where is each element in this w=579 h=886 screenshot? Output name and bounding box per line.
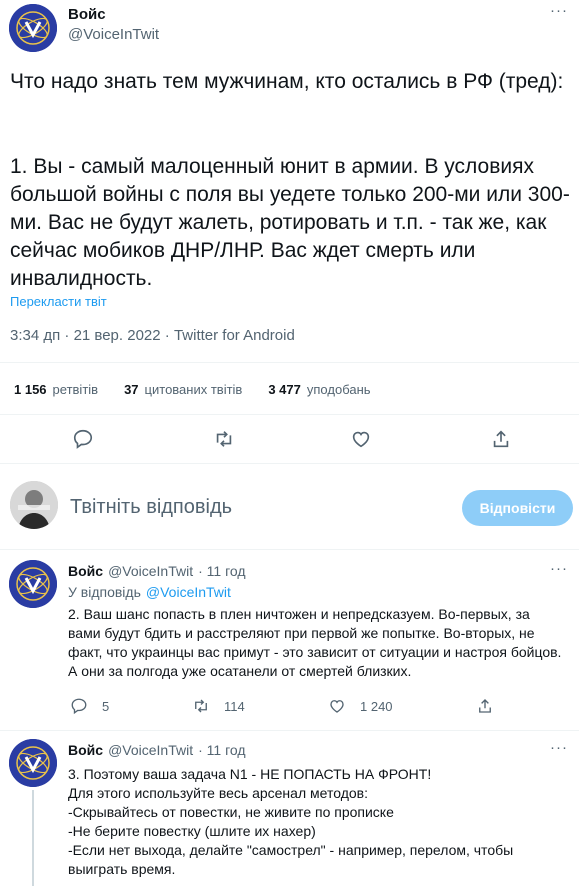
retweet-count: 114 — [224, 698, 245, 714]
thread-line — [32, 790, 34, 886]
divider — [0, 414, 579, 415]
reply-icon — [71, 698, 87, 715]
divider — [0, 463, 579, 464]
reply-line: -Не берите повестку (шлите их нахер) — [68, 823, 316, 839]
divider — [0, 549, 579, 550]
reply-author-handle[interactable]: @VoiceInTwit — [108, 563, 193, 579]
reply-action-reply[interactable]: 5 — [70, 697, 109, 715]
voice-logo-icon — [9, 560, 57, 608]
reply-author-avatar[interactable] — [9, 560, 57, 608]
reply-icon[interactable] — [72, 428, 94, 455]
share-icon[interactable] — [476, 697, 494, 720]
reply-text: 3. Поэтому ваша задача N1 - НЕ ПОПАСТЬ Н… — [68, 765, 566, 879]
tweet-timestamp[interactable]: 3:34 дп · 21 вер. 2022 · Twitter for And… — [10, 327, 295, 344]
reply-author-name[interactable]: Войс — [68, 742, 103, 758]
reply-author-handle[interactable]: @VoiceInTwit — [108, 742, 193, 758]
replying-to: У відповідь @VoiceInTwit — [68, 584, 231, 600]
reply-time[interactable]: · 11 год — [198, 742, 245, 758]
share-icon[interactable] — [490, 428, 512, 455]
reply-action-retweet[interactable]: 114 — [192, 697, 245, 715]
retweet-icon[interactable] — [213, 428, 235, 455]
quotes-count[interactable]: 37 — [124, 382, 138, 397]
reply-time[interactable]: · 11 год — [198, 563, 245, 579]
divider — [0, 730, 579, 731]
likes-count[interactable]: 3 477 — [268, 382, 301, 397]
reply-action-like[interactable]: 1 240 — [328, 697, 393, 715]
replying-to-handle[interactable]: @VoiceInTwit — [146, 584, 231, 600]
like-icon — [330, 700, 344, 713]
reply-text: 2. Ваш шанс попасть в плен ничтожен и не… — [68, 606, 562, 679]
reply-header: Войс @VoiceInTwit · 11 год — [68, 742, 246, 758]
reply-line: -Скрывайтесь от повестки, не живите по п… — [68, 804, 394, 820]
like-icon[interactable] — [350, 428, 372, 455]
author-handle[interactable]: @VoiceInTwit — [68, 26, 159, 43]
retweets-label[interactable]: ретвітів — [53, 382, 99, 397]
divider — [0, 362, 579, 363]
tweet-text-point1: 1. Вы - самый малоценный юнит в армии. В… — [10, 155, 570, 290]
user-photo-icon — [10, 481, 58, 529]
reply-count: 5 — [102, 698, 110, 714]
voice-logo-icon — [9, 739, 57, 787]
reply-author-name[interactable]: Войс — [68, 563, 103, 579]
reply-line: Для этого используйте весь арсенал метод… — [68, 785, 368, 801]
translate-link[interactable]: Перекласти твіт — [10, 294, 107, 309]
more-options-icon[interactable]: ··· — [550, 2, 568, 19]
retweet-icon — [195, 699, 207, 713]
author-name[interactable]: Войс — [68, 6, 106, 23]
reply-line: выиграть время. — [68, 861, 176, 877]
retweets-count[interactable]: 1 156 — [14, 382, 47, 397]
quotes-label[interactable]: цитованих твітів — [145, 382, 243, 397]
likes-label[interactable]: уподобань — [307, 382, 371, 397]
author-avatar[interactable] — [9, 4, 57, 52]
more-options-icon[interactable]: ··· — [550, 560, 568, 577]
reply-button[interactable]: Відповісти — [462, 490, 573, 526]
replying-prefix: У відповідь — [68, 584, 141, 600]
more-options-icon[interactable]: ··· — [550, 739, 568, 756]
tweet-stats: 1 156 ретвітів 37 цитованих твітів 3 477… — [14, 382, 371, 397]
reply-author-avatar[interactable] — [9, 739, 57, 787]
reply-line: 3. Поэтому ваша задача N1 - НЕ ПОПАСТЬ Н… — [68, 766, 432, 782]
reply-input[interactable]: Твітніть відповідь — [70, 496, 232, 519]
reply-header: Войс @VoiceInTwit · 11 год — [68, 563, 246, 579]
voice-logo-icon — [9, 4, 57, 52]
user-avatar[interactable] — [10, 481, 58, 529]
tweet-text-intro: Что надо знать тем мужчинам, кто осталис… — [10, 70, 564, 93]
reply-line: -Если нет выхода, делайте "самострел" - … — [68, 842, 514, 858]
like-count: 1 240 — [360, 698, 393, 714]
